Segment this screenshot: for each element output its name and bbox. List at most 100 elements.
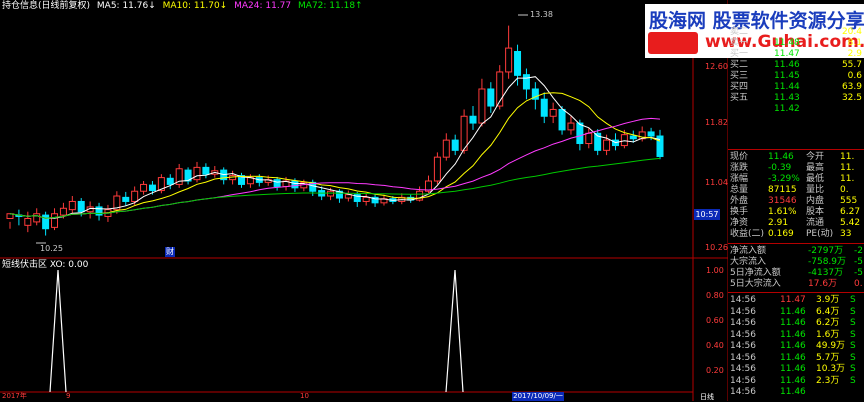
quote-row: 现价 11.46 今开 11. [730, 152, 864, 163]
candle-body [540, 98, 548, 117]
orderbook-volume: 32.5 [841, 93, 862, 103]
tick-price: 11.47 [780, 295, 806, 305]
tick-time: 14:56 [730, 352, 756, 363]
quote-row: 涨跌 -0.39 最高 11. [730, 163, 864, 174]
indicator-title: 短线伏击区 XO: 0.00 [2, 260, 89, 270]
price-tick: 11.82 [705, 118, 728, 127]
quote-key: 涨跌 [730, 163, 749, 173]
quote-key: 外盘 [730, 196, 749, 206]
quote-key: 内盘 [806, 196, 825, 206]
tick-row: 14:56 11.46 5.7万 S [730, 353, 864, 364]
candle-body [522, 74, 530, 90]
quote-row: 净资 2.91 流通 5.42 [730, 218, 864, 229]
quote-row: 外盘 31546 内盘 555 [730, 196, 864, 207]
tick-direction: S [850, 306, 856, 317]
orderbook-price: 11.43 [774, 93, 800, 103]
price-tick: 10.26 [705, 243, 728, 252]
low-price-label: 10.25 [40, 244, 63, 253]
orderbook-row: 买三 11.45 0.6 [730, 71, 862, 82]
quote-key: 量比 [806, 185, 825, 195]
orderbook-row: 11.42 [730, 104, 862, 115]
tick-row: 14:56 11.46 49.9万 S [730, 341, 864, 352]
orderbook-row: 买一 11.47 2.9 [730, 49, 862, 60]
tick-time: 14:56 [730, 364, 756, 374]
tick-time: 14:56 [730, 318, 756, 328]
bottom-month-10: 10 [300, 392, 309, 400]
candle-body [122, 196, 130, 202]
candle-body [433, 156, 441, 182]
ma10-label: MA10: 11.70↓ [162, 1, 228, 11]
quote-row: 收益(二) 0.169 PE(动) 33 [730, 229, 864, 240]
finance-marker[interactable]: 财 [165, 247, 175, 257]
candle-body [327, 190, 335, 197]
flow-tail: -5 [854, 257, 863, 267]
flow-value: -758.9万 [808, 257, 847, 267]
flow-tail: 0. [854, 279, 863, 289]
quote-row: 总量 87115 量比 0. [730, 185, 864, 196]
quote-key: 换手 [730, 207, 749, 217]
candle-body [487, 88, 495, 107]
ma5-label: MA5: 11.76↓ [96, 1, 156, 11]
candle-body [585, 132, 593, 145]
orderbook-label: 买二 [730, 60, 749, 70]
tick-price: 11.46 [780, 329, 806, 340]
tick-price: 11.46 [780, 364, 806, 374]
indicator-tick: 0.60 [706, 316, 724, 325]
candle-body [629, 135, 637, 140]
quote-value: 555 [840, 196, 858, 206]
tick-direction: S [850, 364, 856, 374]
candle-body [131, 190, 139, 202]
flow-label: 5日大宗流入 [730, 279, 781, 289]
quote-value: 1.61% [768, 207, 797, 217]
orderbook-label: 买四 [730, 82, 749, 92]
orderbook-price: 11.44 [774, 82, 800, 92]
orderbook-row: 买五 11.43 32.5 [730, 93, 862, 104]
orderbook-price: 11.48 [774, 38, 800, 48]
candle-body [460, 115, 468, 151]
flow-label: 净流入额 [730, 246, 767, 256]
chart-header: 持仓信息(日线前复权) MA5: 11.76↓ MA10: 11.70↓ MA2… [2, 0, 367, 12]
orderbook-price: 11.46 [774, 60, 800, 70]
quote-value: 87115 [768, 185, 797, 195]
tick-price: 11.46 [780, 352, 806, 363]
orderbook-volume: 63.9 [841, 82, 862, 92]
candle-body [273, 179, 281, 187]
bottom-month-9: 9 [66, 392, 71, 400]
orderbook-row: 买二 11.46 55.7 [730, 60, 862, 71]
signal-spike-1 [49, 269, 67, 393]
quote-value: 11. [840, 174, 855, 184]
flow-value: 17.6万 [808, 279, 838, 289]
candle-body [291, 180, 299, 189]
flow-row: 大宗流入 -758.9万 -5 [730, 257, 864, 268]
orderbook-price: 11.42 [774, 104, 800, 114]
quote-key: PE(动) [806, 229, 834, 239]
flow-value: -2797万 [808, 246, 844, 256]
tick-direction: S [850, 341, 856, 351]
candle-body [558, 108, 566, 131]
tick-price: 11.46 [780, 375, 806, 386]
candle-body [505, 47, 513, 73]
tick-row: 14:56 11.46 6.4万 S [730, 307, 864, 318]
quote-row: 换手 1.61% 股本 6.27 [730, 207, 864, 218]
tick-volume: 2.3万 [816, 375, 840, 386]
high-price-label: 13.38 [530, 10, 553, 19]
tick-volume: 3.9万 [816, 295, 840, 305]
tick-price: 11.46 [780, 318, 806, 328]
indicator-tick: 0.40 [706, 341, 724, 350]
tick-time: 14:56 [730, 341, 756, 351]
orderbook-volume: 2.9 [847, 49, 862, 59]
quote-key: 最高 [806, 163, 825, 173]
bottom-year-label: 2017年 [2, 392, 27, 400]
quote-value: 11.46 [768, 152, 794, 162]
quote-value: 6.27 [840, 207, 861, 217]
tick-direction: S [850, 329, 856, 340]
price-tick: 12.60 [705, 62, 728, 71]
candle-body [567, 122, 575, 131]
flow-label: 5日净流入额 [730, 268, 781, 278]
tick-volume: 1.6万 [816, 329, 840, 340]
indicator-header: 短线伏击区 XO: 0.00 [2, 259, 88, 271]
orderbook-volume: 8.1 [847, 38, 862, 48]
tick-row: 14:56 11.46 [730, 387, 864, 398]
tick-time: 14:56 [730, 329, 756, 340]
quote-key: 今开 [806, 152, 825, 162]
